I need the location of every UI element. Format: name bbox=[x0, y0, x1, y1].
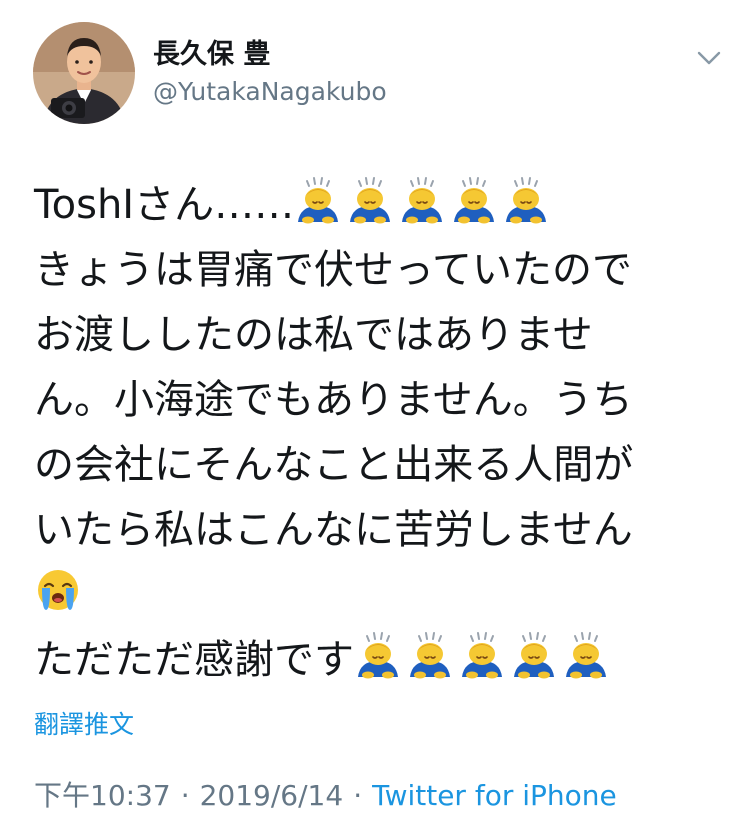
tweet-line-text: ToshIさん…… bbox=[34, 182, 295, 228]
person-bowing-emoji-icon bbox=[354, 631, 402, 679]
loudly-crying-face-emoji-icon bbox=[34, 566, 82, 614]
tweet-line bbox=[34, 563, 724, 628]
tweet-line: いたら私はこんなに苦労しません bbox=[34, 507, 633, 553]
profile-photo-icon bbox=[33, 22, 135, 124]
tweet-source-link[interactable]: Twitter for iPhone bbox=[372, 779, 617, 812]
person-bowing-emoji-icon bbox=[562, 631, 610, 679]
tweet-menu-button[interactable] bbox=[696, 48, 722, 68]
chevron-down-icon bbox=[697, 51, 721, 65]
tweet-date[interactable]: 2019/6/14 bbox=[200, 779, 344, 812]
tweet-line: ToshIさん…… bbox=[34, 173, 724, 238]
translate-tweet-link[interactable]: 翻譯推文 bbox=[34, 708, 134, 742]
person-bowing-emoji-icon bbox=[450, 176, 498, 224]
tweet-text: ToshIさん…… きょうは胃痛で伏せっていたので お渡ししたのは私ではありませ… bbox=[34, 173, 724, 693]
tweet-time[interactable]: 下午10:37 bbox=[34, 779, 171, 812]
meta-separator: · bbox=[180, 779, 190, 812]
person-bowing-emoji-icon bbox=[398, 176, 446, 224]
person-bowing-emoji-icon bbox=[502, 176, 550, 224]
tweet-metadata: 下午10:37 · 2019/6/14 · Twitter for iPhone bbox=[34, 778, 617, 814]
avatar[interactable] bbox=[33, 22, 135, 124]
person-bowing-emoji-icon bbox=[458, 631, 506, 679]
person-bowing-emoji-icon bbox=[346, 176, 394, 224]
person-bowing-emoji-icon bbox=[510, 631, 558, 679]
tweet-line: お渡ししたのは私ではありませ bbox=[34, 312, 593, 358]
tweet-line: の会社にそんなこと出来る人間が bbox=[34, 442, 634, 488]
meta-separator: · bbox=[353, 779, 363, 812]
author-handle[interactable]: @YutakaNagakubo bbox=[153, 76, 387, 108]
person-bowing-emoji-icon bbox=[294, 176, 342, 224]
tweet-line: ただただ感謝です bbox=[34, 628, 724, 693]
author-display-name[interactable]: 長久保 豊 bbox=[153, 38, 270, 72]
person-bowing-emoji-icon bbox=[406, 631, 454, 679]
tweet-line: ん。小海途でもありません。うち bbox=[34, 377, 633, 423]
tweet-line: きょうは胃痛で伏せっていたので bbox=[34, 247, 632, 293]
tweet-line-text: ただただ感謝です bbox=[34, 637, 354, 683]
